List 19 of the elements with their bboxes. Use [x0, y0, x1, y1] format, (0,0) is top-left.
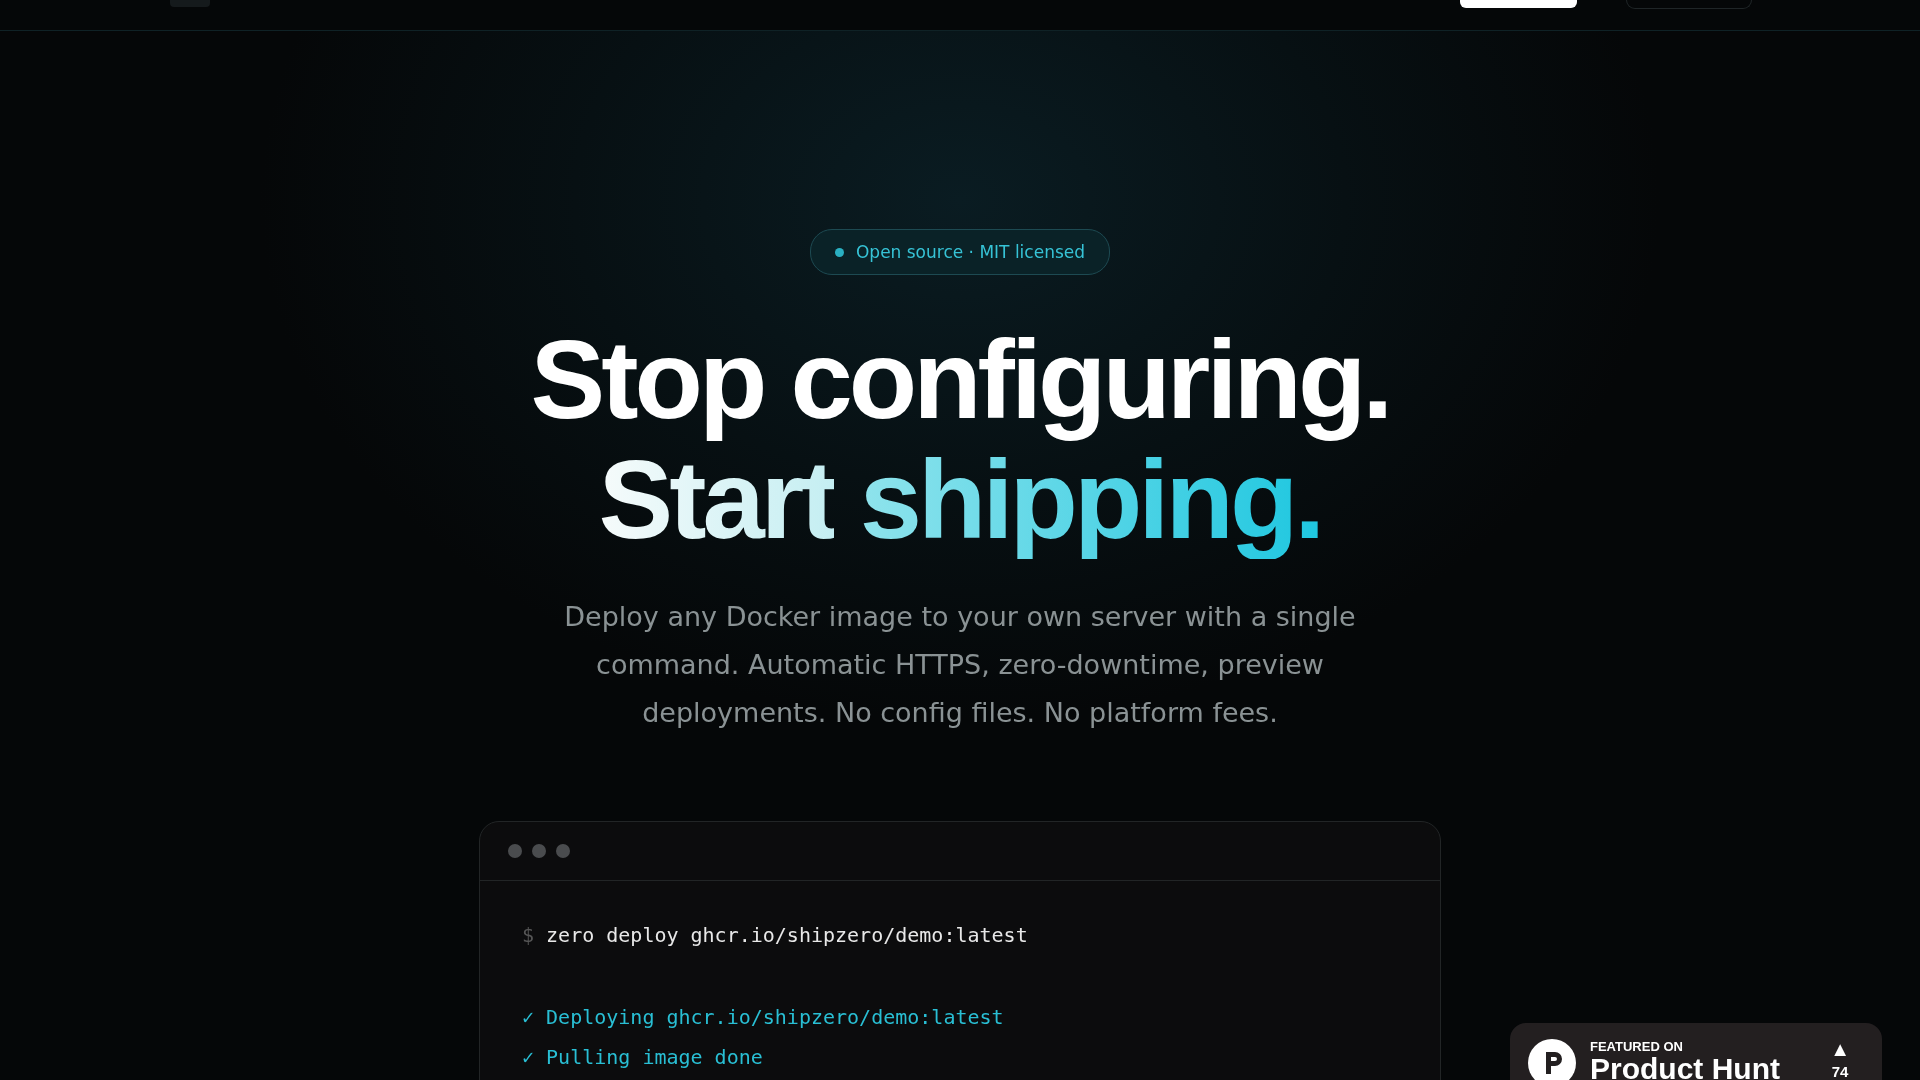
badge-text: Open source · MIT licensed — [855, 242, 1086, 262]
prompt: $ — [522, 923, 535, 947]
product-hunt-logo-icon — [1528, 1039, 1576, 1080]
upvote-icon: ▲ — [1830, 1039, 1850, 1059]
description: Deploy any Docker image to your own server with a single command. Automatic HTTPS, zero-downtime, preview deployments. No config files. No platform fees. — [563, 600, 1357, 730]
headline: Stop configuring. — [530, 316, 1390, 444]
check-mark: ✓ — [522, 1045, 535, 1069]
window-dot-icon — [532, 844, 546, 858]
product-hunt-badge[interactable]: FEATURED ON Product Hunt ▲ 74 — [1510, 1023, 1882, 1080]
vote-count: 74 — [1831, 1063, 1849, 1080]
terminal-output: Deploying ghcr.io/shipzero/demo:latest — [546, 1005, 1004, 1029]
dot-icon — [834, 247, 844, 257]
featured-label: FEATURED ON — [1590, 1039, 1684, 1054]
terminal-output: Pulling image done — [546, 1045, 763, 1069]
check-mark: ✓ — [522, 1005, 535, 1029]
window-dot-icon — [508, 844, 522, 858]
terminal-command: zero deploy ghcr.io/shipzero/demo:latest — [546, 923, 1028, 947]
window-dot-icon — [556, 844, 570, 858]
product-hunt-name: Product Hunt — [1590, 1054, 1781, 1080]
